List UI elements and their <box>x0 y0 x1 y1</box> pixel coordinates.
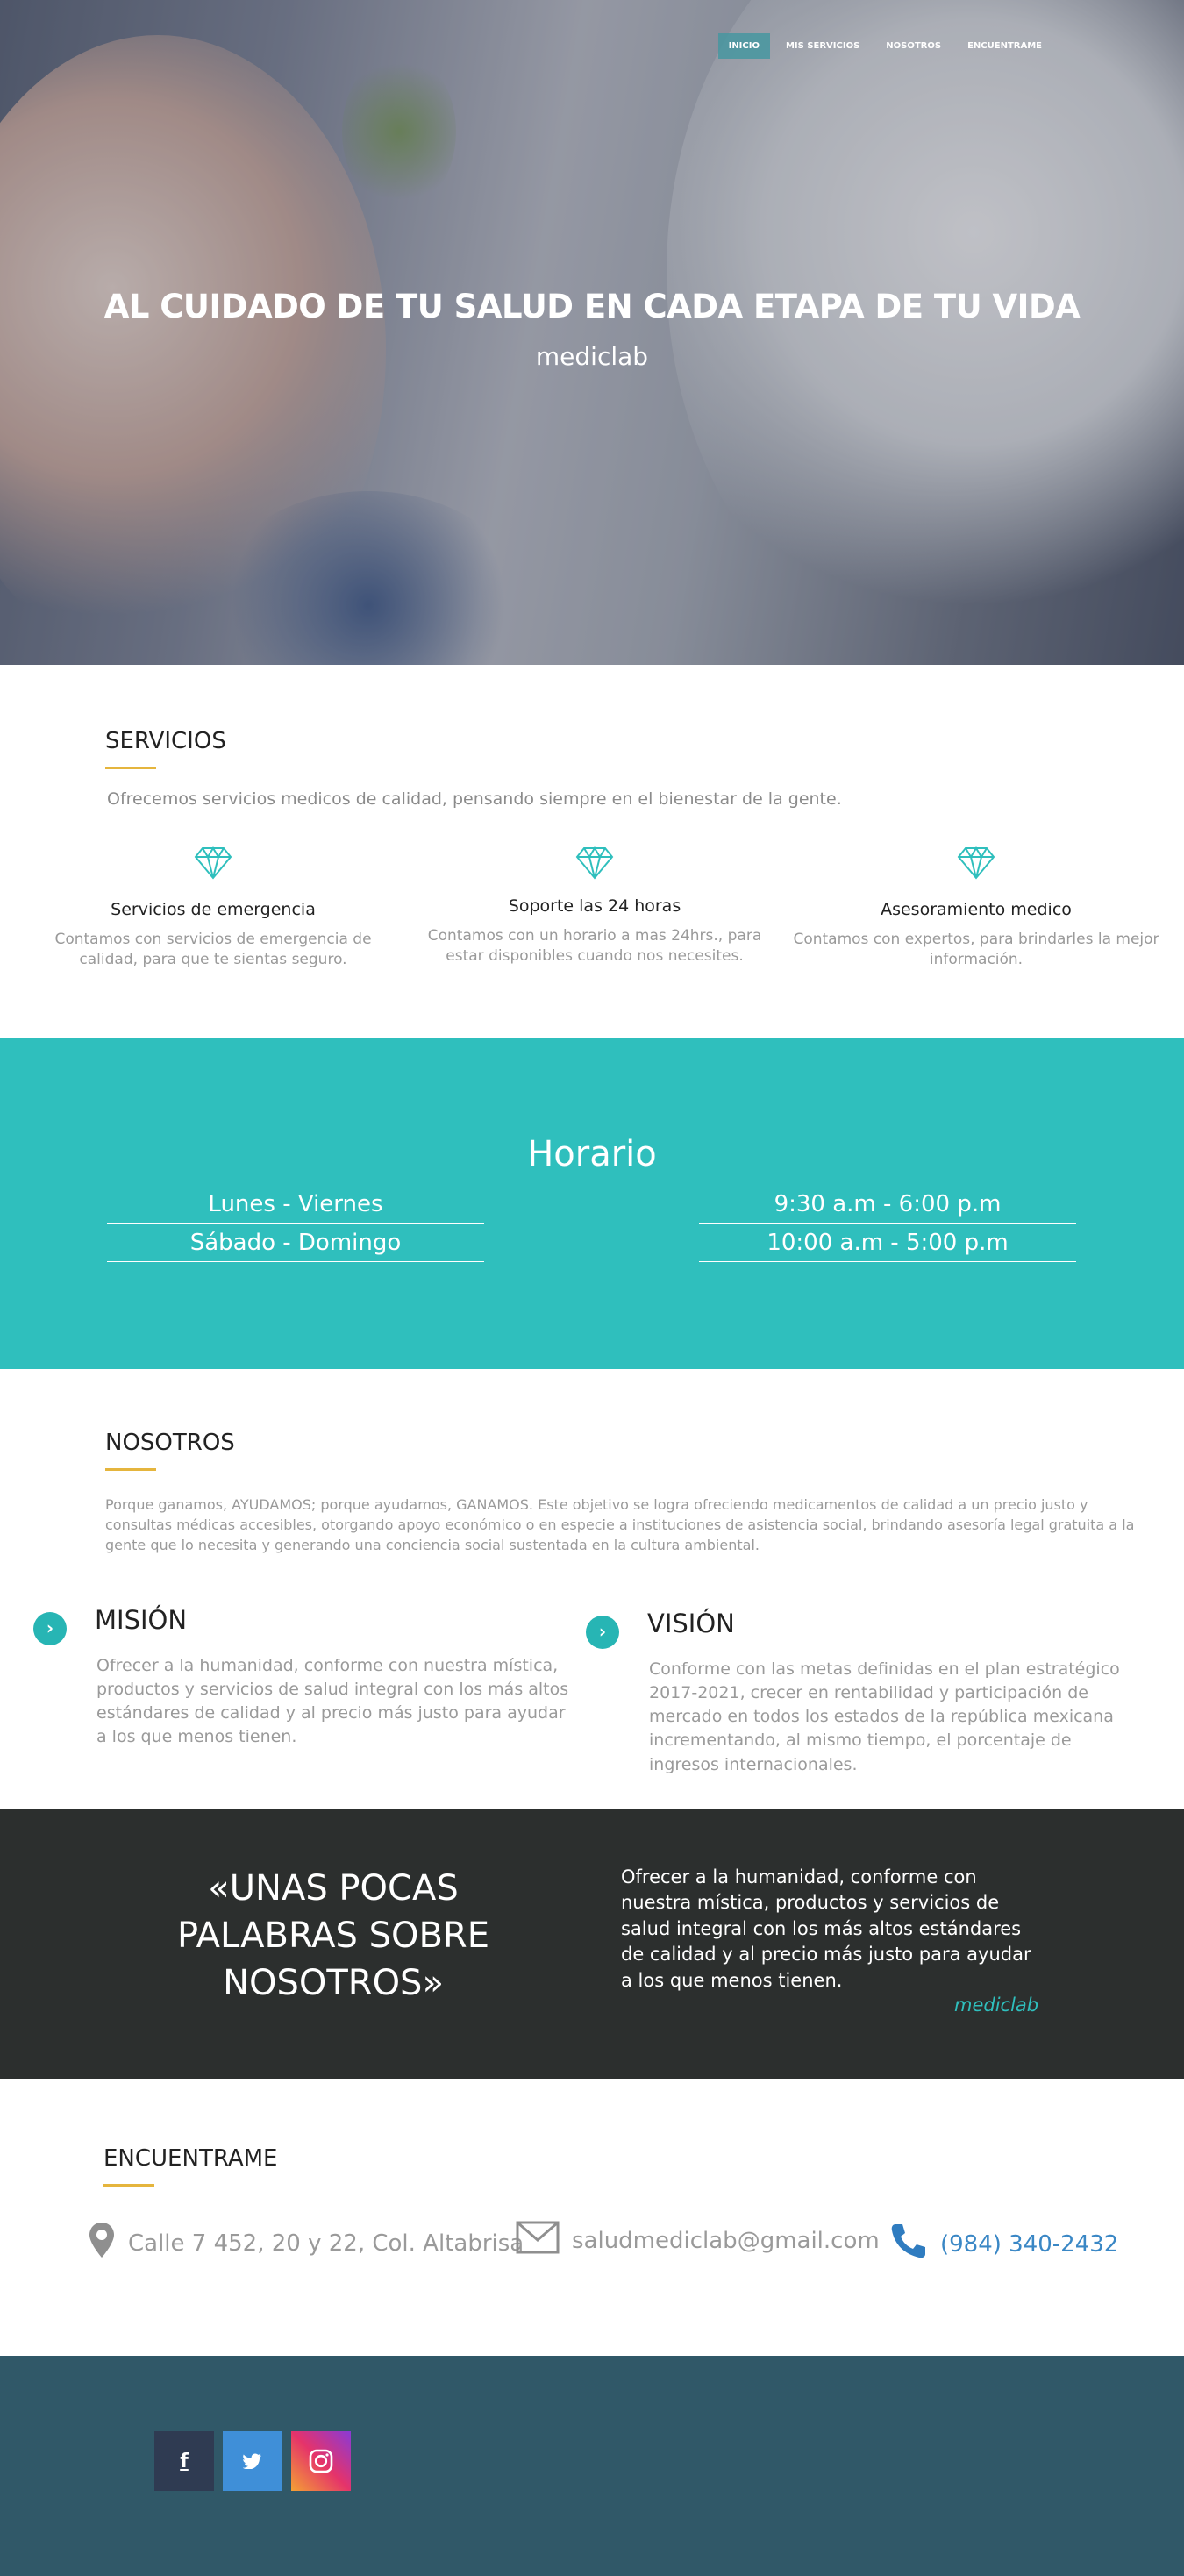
twitter-icon[interactable] <box>223 2431 282 2491</box>
hero-subtitle: mediclab <box>535 342 649 371</box>
nosotros-title: NOSOTROS <box>105 1430 235 1456</box>
contact-phone-text[interactable]: (984) 340-2432 <box>940 2231 1118 2258</box>
nav-inicio[interactable]: INICIO <box>717 33 770 59</box>
contact-email[interactable]: saludmediclab@gmail.com <box>516 2221 880 2260</box>
horario-days: Lunes - Viernes Sábado - Domingo <box>107 1185 484 1262</box>
quote-heading: «UNAS POCAS PALABRAS SOBRE NOSOTROS» <box>177 1868 489 2003</box>
horario-day: Lunes - Viernes <box>107 1185 484 1224</box>
diamond-icon <box>194 846 232 881</box>
title-underline <box>105 767 156 769</box>
service-card-emergencia: Servicios de emergencia Contamos con ser… <box>29 846 397 970</box>
horario-hour: 9:30 a.m - 6:00 p.m <box>699 1185 1076 1224</box>
location-pin-icon <box>88 2221 116 2266</box>
service-card-soporte: Soporte las 24 horas Contamos con un hor… <box>410 846 779 967</box>
chevron-right-icon: › <box>33 1612 67 1645</box>
diamond-icon <box>575 846 614 881</box>
nav-mis-servicios[interactable]: MIS SERVICIOS <box>775 33 870 59</box>
servicios-lead: Ofrecemos servicios medicos de calidad, … <box>107 789 842 809</box>
service-text: Contamos con un horario a mas 24hrs., pa… <box>427 927 762 965</box>
title-underline <box>103 2184 154 2187</box>
nosotros-text: Porque ganamos, AYUDAMOS; porque ayudamo… <box>105 1496 1135 1554</box>
diamond-icon <box>957 846 995 881</box>
vision-text: Conforme con las metas definidas en el p… <box>649 1659 1120 1774</box>
encuentrame-title: ENCUENTRAME <box>103 2145 278 2172</box>
service-title: Asesoramiento medico <box>881 900 1072 919</box>
hero-title: AL CUIDADO DE TU SALUD EN CADA ETAPA DE … <box>103 288 1081 325</box>
chevron-right-icon: › <box>586 1616 619 1649</box>
servicios-title: SERVICIOS <box>105 728 226 754</box>
instagram-icon[interactable] <box>291 2431 351 2491</box>
vision-title: VISIÓN <box>647 1609 735 1638</box>
title-underline <box>105 1468 156 1471</box>
service-card-asesoramiento: Asesoramiento medico Contamos con expert… <box>792 846 1160 970</box>
encuentrame-heading: ENCUENTRAME <box>103 2145 277 2187</box>
hero-banner: INICIO MIS SERVICIOS NOSOTROS ENCUENTRAM… <box>0 0 1184 665</box>
nav-encuentrame[interactable]: ENCUENTRAME <box>957 33 1052 59</box>
horario-hour: 10:00 a.m - 5:00 p.m <box>699 1224 1076 1262</box>
facebook-icon[interactable]: f <box>154 2431 214 2491</box>
quote-section: «UNAS POCAS PALABRAS SOBRE NOSOTROS» Ofr… <box>0 1809 1184 2079</box>
nav-nosotros[interactable]: NOSOTROS <box>875 33 952 59</box>
hero-overlay <box>0 0 1184 665</box>
horario-hours: 9:30 a.m - 6:00 p.m 10:00 a.m - 5:00 p.m <box>699 1185 1076 1262</box>
quote-signature: mediclab <box>954 1994 1039 2016</box>
horario-day: Sábado - Domingo <box>107 1224 484 1262</box>
service-title: Soporte las 24 horas <box>508 896 681 916</box>
mision-text: Ofrecer a la humanidad, conforme con nue… <box>96 1656 569 1747</box>
horario-section: Horario Lunes - Viernes Sábado - Domingo… <box>0 1038 1184 1369</box>
service-text: Contamos con expertos, para brindarles l… <box>793 931 1159 968</box>
phone-icon <box>888 2221 928 2267</box>
main-nav: INICIO MIS SERVICIOS NOSOTROS ENCUENTRAM… <box>717 33 1052 59</box>
contact-address-text: Calle 7 452, 20 y 22, Col. Altabrisa <box>128 2230 524 2257</box>
service-title: Servicios de emergencia <box>111 900 316 919</box>
service-text: Contamos con servicios de emergencia de … <box>54 931 372 968</box>
servicios-heading: SERVICIOS <box>105 728 226 769</box>
envelope-icon <box>516 2221 560 2260</box>
contact-address: Calle 7 452, 20 y 22, Col. Altabrisa <box>88 2221 524 2266</box>
contact-phone[interactable]: (984) 340-2432 <box>888 2221 1118 2267</box>
footer: f <box>0 2356 1184 2576</box>
nosotros-heading: NOSOTROS <box>105 1430 235 1471</box>
mision-title: MISIÓN <box>95 1605 188 1635</box>
quote-text: Ofrecer a la humanidad, conforme con nue… <box>621 1866 1031 1991</box>
contact-email-text[interactable]: saludmediclab@gmail.com <box>572 2228 880 2254</box>
horario-title: Horario <box>527 1134 657 1174</box>
